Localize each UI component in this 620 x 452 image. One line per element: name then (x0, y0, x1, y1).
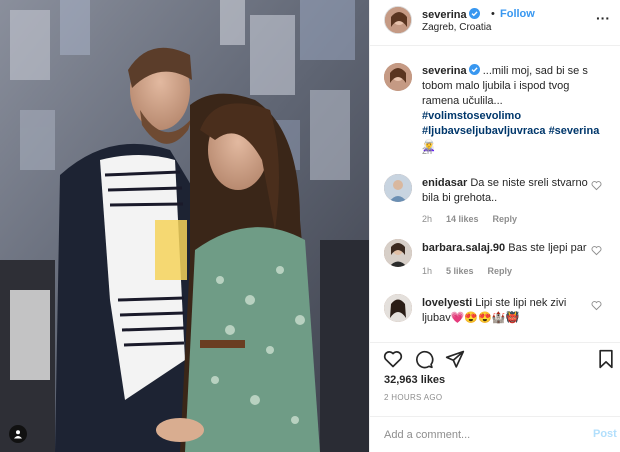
comments-list[interactable]: severina ...mili moj, sad bi se s tobom … (370, 46, 620, 342)
comment-likes[interactable]: 5 likes (446, 266, 474, 276)
more-options-icon[interactable]: ··· (596, 10, 610, 26)
comment-username[interactable]: barbara.salaj.90 (422, 242, 505, 254)
author-username-text[interactable]: severina (422, 9, 467, 21)
comment-body: barbara.salaj.90 Bas ste ljepi par (422, 241, 592, 256)
commenter-avatar[interactable] (384, 294, 412, 322)
likes-count[interactable]: 32,963 likes (384, 374, 445, 386)
caption-time: 2h (422, 146, 433, 156)
post-side-panel: severina • Follow Zagreb, Croatia ··· se… (369, 0, 620, 452)
heart-icon[interactable] (383, 349, 403, 369)
caption-hashtags[interactable]: #volimstosevolimo #ljubavseljubavljuvrac… (422, 110, 599, 137)
comment-meta: 1h 5 likes Reply (422, 266, 526, 276)
comment-username[interactable]: lovelyesti (422, 297, 472, 309)
comment-username[interactable]: enidasar (422, 177, 467, 189)
post-actions: 32,963 likes 2 HOURS AGO (370, 342, 620, 412)
user-tag-icon[interactable] (9, 425, 27, 443)
bookmark-icon[interactable] (596, 349, 616, 369)
comment-meta: 2h 14 likes Reply (422, 214, 531, 224)
location-link[interactable]: Zagreb, Croatia (422, 22, 491, 33)
share-icon[interactable] (445, 349, 465, 369)
commenter-avatar[interactable] (384, 174, 412, 202)
caption: severina ...mili moj, sad bi se s tobom … (422, 64, 604, 154)
post-photo-image (0, 0, 369, 452)
comment-icon[interactable] (414, 349, 434, 369)
commenter-avatar[interactable] (384, 239, 412, 267)
heart-icon[interactable] (591, 245, 602, 256)
post-photo[interactable] (0, 0, 369, 452)
author-username[interactable]: severina (422, 8, 480, 21)
reply-button[interactable]: Reply (488, 266, 513, 276)
comment-body: enidasar Da se niste sreli stvarno bila … (422, 176, 592, 206)
comment-input[interactable] (384, 427, 564, 443)
heart-icon[interactable] (591, 180, 602, 191)
comment-time: 1h (422, 266, 433, 276)
comment-body: lovelyesti Lipi ste lipi nek zivi ljubav… (422, 296, 592, 326)
separator-dot: • (491, 8, 495, 20)
comment-likes[interactable]: 14 likes (446, 214, 479, 224)
comment-time: 2h (422, 214, 433, 224)
heart-icon[interactable] (591, 300, 602, 311)
caption-avatar[interactable] (384, 63, 412, 91)
post-header: severina • Follow Zagreb, Croatia ··· (370, 0, 620, 46)
follow-button[interactable]: Follow (500, 8, 535, 20)
verified-badge-icon (468, 8, 480, 19)
verified-badge-icon (468, 64, 480, 75)
caption-username[interactable]: severina (422, 65, 467, 77)
author-avatar[interactable] (384, 6, 412, 34)
post-timestamp: 2 HOURS AGO (384, 393, 443, 402)
add-comment-bar: Post (370, 416, 620, 452)
post-comment-button[interactable]: Post (593, 428, 617, 440)
comment-text: Bas ste ljepi par (508, 242, 587, 254)
reply-button[interactable]: Reply (493, 214, 518, 224)
